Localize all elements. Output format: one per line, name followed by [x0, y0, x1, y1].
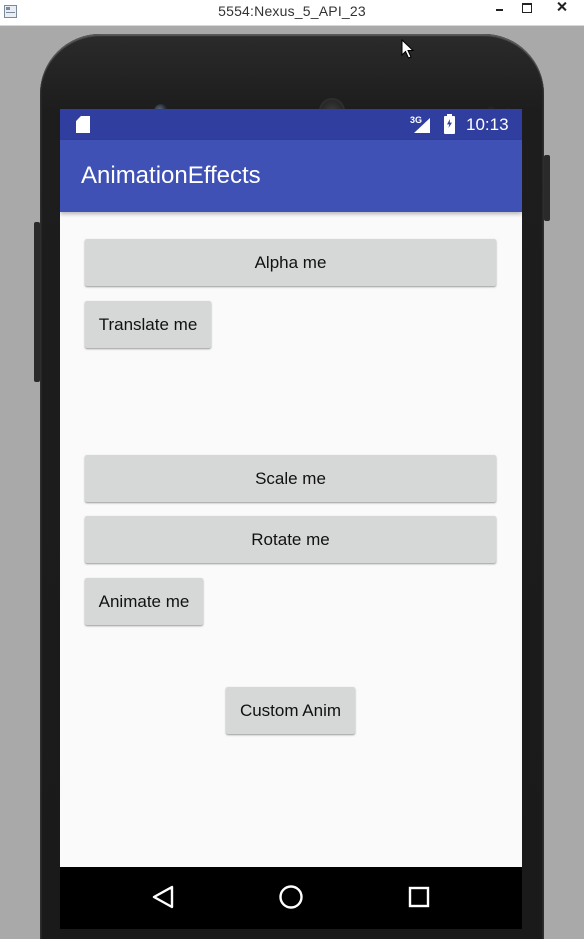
app-title: AnimationEffects [81, 162, 261, 189]
navigation-bar [60, 867, 522, 929]
custom-anim-button[interactable]: Custom Anim [226, 687, 355, 734]
sd-card-icon [76, 116, 90, 133]
animate-me-button[interactable]: Animate me [85, 578, 203, 625]
network-type-label: 3G [410, 115, 423, 125]
back-icon[interactable] [148, 882, 178, 912]
battery-charging-icon [444, 114, 455, 134]
alpha-me-button[interactable]: Alpha me [85, 239, 496, 286]
maximize-icon[interactable] [516, 0, 538, 20]
home-icon[interactable] [276, 882, 306, 912]
power-key[interactable] [544, 155, 550, 221]
translate-me-button[interactable]: Translate me [85, 301, 211, 348]
minimize-icon[interactable] [488, 0, 510, 20]
mouse-cursor-icon [401, 38, 415, 60]
app-bar: AnimationEffects [60, 140, 522, 212]
window-title-bar: 5554:Nexus_5_API_23 [0, 0, 584, 26]
close-icon[interactable] [540, 0, 584, 20]
status-clock: 10:13 [466, 115, 509, 134]
status-bar: 3G 10:13 [60, 109, 522, 140]
rotate-me-button[interactable]: Rotate me [85, 516, 496, 563]
recents-icon[interactable] [404, 882, 434, 912]
device-screen: 3G 10:13 AnimationEffects Alpha me Trans… [60, 109, 522, 929]
scale-me-button[interactable]: Scale me [85, 455, 496, 502]
